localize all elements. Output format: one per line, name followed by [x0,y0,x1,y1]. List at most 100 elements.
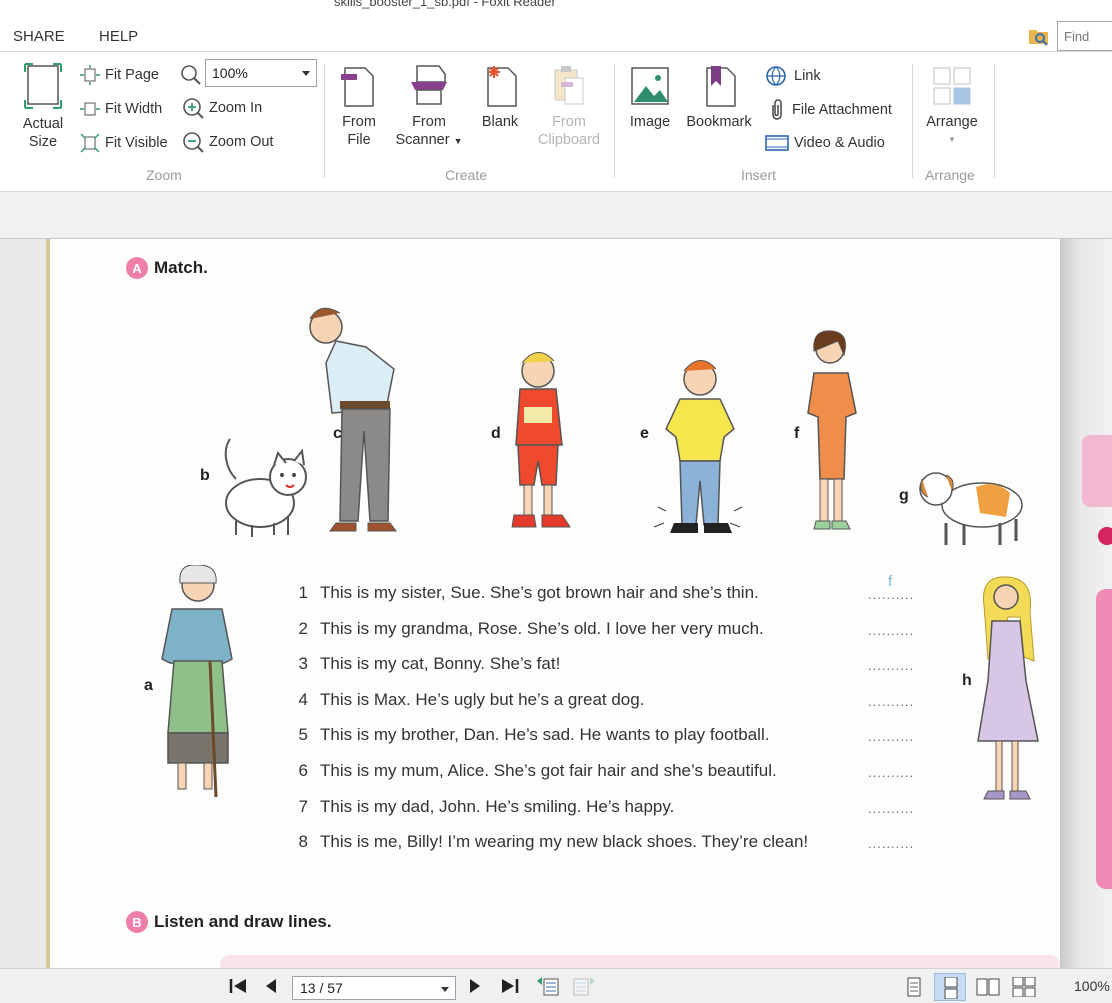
image-label: Image [629,114,671,130]
sentence-text: This is my cat, Bonny. She’s fat! [320,654,561,674]
dropdown-caret-icon: ▼ [948,135,956,144]
image-button[interactable]: Image [626,64,674,131]
answer-blank[interactable]: .......... [868,658,914,673]
facing-view-icon[interactable] [976,977,1000,997]
sentence-row-8: 8 This is me, Billy! I’m wearing my new … [290,832,930,868]
blank-page-icon [487,66,517,107]
sentence-row-4: 4 This is Max. He’s ugly but he’s a grea… [290,690,930,726]
zoom-in-button[interactable]: Zoom In [182,97,262,119]
single-page-view-icon[interactable] [904,977,924,997]
bookmark-label: Bookmark [686,114,752,130]
video-audio-label: Video & Audio [794,135,885,151]
video-audio-button[interactable]: Video & Audio [765,133,885,153]
document-viewport[interactable]: A Match. b c d e f g a h 1 This is my si… [0,239,1112,968]
figure-letter-c: c [333,425,342,442]
file-attachment-label: File Attachment [792,102,892,118]
sentence-number: 3 [298,654,308,674]
answer-blank[interactable]: .......... [868,765,914,780]
insert-group-label: Insert [741,167,777,183]
zoom-out-label: Zoom Out [209,134,274,150]
girl-sue-illustration [807,330,857,530]
zoom-status[interactable]: 100% [1074,978,1110,994]
arrange-icon [933,67,971,105]
ribbon-separator [324,64,325,178]
fit-page-icon [80,65,100,85]
fit-page-button[interactable]: Fit Page [80,65,159,85]
chevron-down-icon [302,71,310,76]
answer-blank[interactable]: .......... [868,623,914,638]
image-icon [631,67,669,105]
blank-button[interactable]: Blank [480,64,520,131]
sentence-number: 7 [298,796,308,816]
boy-dan-illustration [653,360,743,533]
fit-width-icon [80,102,100,116]
next-view-icon[interactable] [572,975,596,997]
sentence-text: This is me, Billy! I’m wearing my new bl… [320,832,809,852]
fit-page-label: Fit Page [105,67,159,83]
actual-size-button[interactable]: Actual Size [20,62,66,151]
sentence-number: 2 [298,618,308,638]
zoom-group-label: Zoom [146,167,182,183]
actual-size-icon [24,63,62,109]
answer-blank[interactable]: .......... [868,729,914,744]
fit-width-button[interactable]: Fit Width [80,99,162,119]
previous-page-icon[interactable] [264,977,278,995]
zoom-level-select[interactable]: 100% [205,59,317,87]
answer-blank[interactable]: .......... [868,694,914,709]
actual-size-label-2: Size [28,134,58,150]
boy-billy-illustration [511,352,571,528]
answer-blank[interactable]: .......... [868,836,914,851]
find-folder-icon[interactable] [1028,26,1050,46]
window-title: skills_booster_1_sb.pdf - Foxit Reader [334,0,556,9]
from-clipboard-label-1: From [552,114,586,130]
link-globe-icon [766,66,786,86]
fit-visible-button[interactable]: Fit Visible [80,133,168,153]
menu-share[interactable]: SHARE [13,28,65,45]
previous-view-icon[interactable] [536,975,560,997]
ribbon: Actual Size Fit Page Fit Width Fit Visib… [0,52,1112,192]
sentence-text: This is my mum, Alice. She’s got fair ha… [320,760,777,780]
from-scanner-label-1: From [412,114,446,130]
next-page-badge [1098,527,1112,545]
from-file-button[interactable]: From File [338,64,380,149]
ribbon-separator [994,64,995,178]
continuous-facing-view-icon[interactable] [1012,977,1036,997]
fit-width-label: Fit Width [105,101,163,117]
sentence-text: This is my brother, Dan. He’s sad. He wa… [320,725,770,745]
sentence-number: 8 [298,832,308,852]
sentence-row-3: 3 This is my cat, Bonny. She’s fat! ....… [290,654,930,690]
page-number-field[interactable]: 13 / 57 [292,976,456,1000]
figure-letter-f: f [794,425,800,442]
section-a-title: Match. [154,258,208,277]
section-b-badge: B [126,911,148,933]
first-page-icon[interactable] [228,977,248,995]
menu-help[interactable]: HELP [99,28,138,45]
answer-text: f [888,573,893,590]
film-icon [765,135,789,151]
continuous-view-button[interactable] [934,973,966,1001]
answer-blank[interactable]: .......... [868,801,914,816]
zoom-out-icon [183,132,204,153]
arrange-group-label: Arrange [925,167,975,183]
next-page-icon[interactable] [468,977,482,995]
zoom-out-button[interactable]: Zoom Out [182,131,273,153]
title-bar: skills_booster_1_sb.pdf - Foxit Reader [0,0,1112,14]
from-scanner-button[interactable]: From Scanner ▼ [394,64,464,150]
zoom-in-label: Zoom In [209,100,263,116]
bookmark-button[interactable]: Bookmark [684,64,754,131]
zoom-magnifier-icon[interactable] [180,64,202,86]
link-button[interactable]: Link [765,65,821,87]
page-number-value: 13 / 57 [300,980,343,996]
file-attachment-button[interactable]: File Attachment [767,99,892,121]
sentence-row-2: 2 This is my grandma, Rose. She’s old. I… [290,619,930,655]
dropdown-caret-icon: ▼ [453,136,463,146]
clipboard-icon [554,66,584,105]
bookmark-icon [706,66,736,107]
find-field[interactable] [1057,21,1112,51]
find-input[interactable] [1058,22,1112,50]
from-clipboard-button[interactable]: From Clipboard [534,64,604,149]
last-page-icon[interactable] [500,977,520,995]
arrange-button[interactable]: Arrange ▼ [922,64,982,149]
menu-bar: SHARE HELP [0,14,1112,52]
chevron-down-icon [441,987,449,992]
